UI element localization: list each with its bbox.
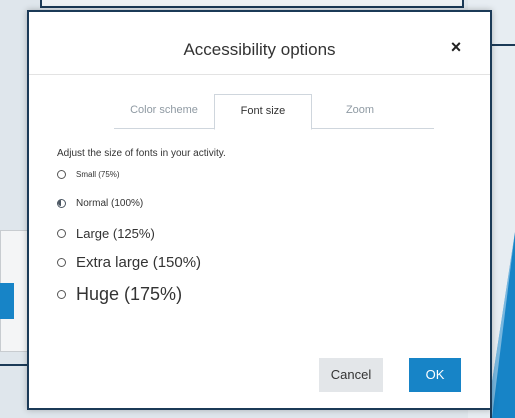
tab-color-scheme[interactable]: Color scheme: [114, 94, 214, 127]
option-label: Extra large (150%): [76, 254, 202, 271]
option-normal[interactable]: Normal (100%): [57, 198, 143, 209]
option-extra-large[interactable]: Extra large (150%): [57, 254, 201, 271]
option-label: Small (75%): [76, 170, 120, 179]
close-button[interactable]: ×: [446, 36, 466, 58]
radio-button[interactable]: [57, 229, 66, 238]
option-label: Huge (175%): [76, 284, 183, 304]
option-small[interactable]: Small (75%): [57, 170, 120, 179]
header-divider: [29, 74, 490, 75]
option-large[interactable]: Large (125%): [57, 226, 155, 241]
radio-button[interactable]: [57, 290, 66, 299]
accessibility-dialog: Accessibility options × Color scheme Fon…: [27, 10, 492, 410]
font-size-description: Adjust the size of fonts in your activit…: [57, 148, 226, 159]
radio-button[interactable]: [57, 170, 66, 179]
option-huge[interactable]: Huge (175%): [57, 284, 182, 305]
dialog-title: Accessibility options: [183, 40, 336, 59]
option-label: Normal (100%): [76, 198, 144, 209]
background-triangle-shape: [492, 232, 515, 418]
background-button[interactable]: [0, 283, 14, 319]
radio-button[interactable]: [57, 258, 66, 267]
ok-button[interactable]: OK: [409, 358, 461, 392]
tab-bar: Color scheme Font size Zoom: [114, 94, 434, 130]
tab-font-size[interactable]: Font size: [214, 94, 312, 130]
background-window-frame: [40, 0, 464, 8]
background-divider: [492, 44, 515, 46]
radio-button-selected[interactable]: [57, 199, 66, 208]
tab-zoom[interactable]: Zoom: [310, 94, 410, 127]
option-label: Large (125%): [76, 226, 155, 241]
cancel-button[interactable]: Cancel: [319, 358, 383, 392]
